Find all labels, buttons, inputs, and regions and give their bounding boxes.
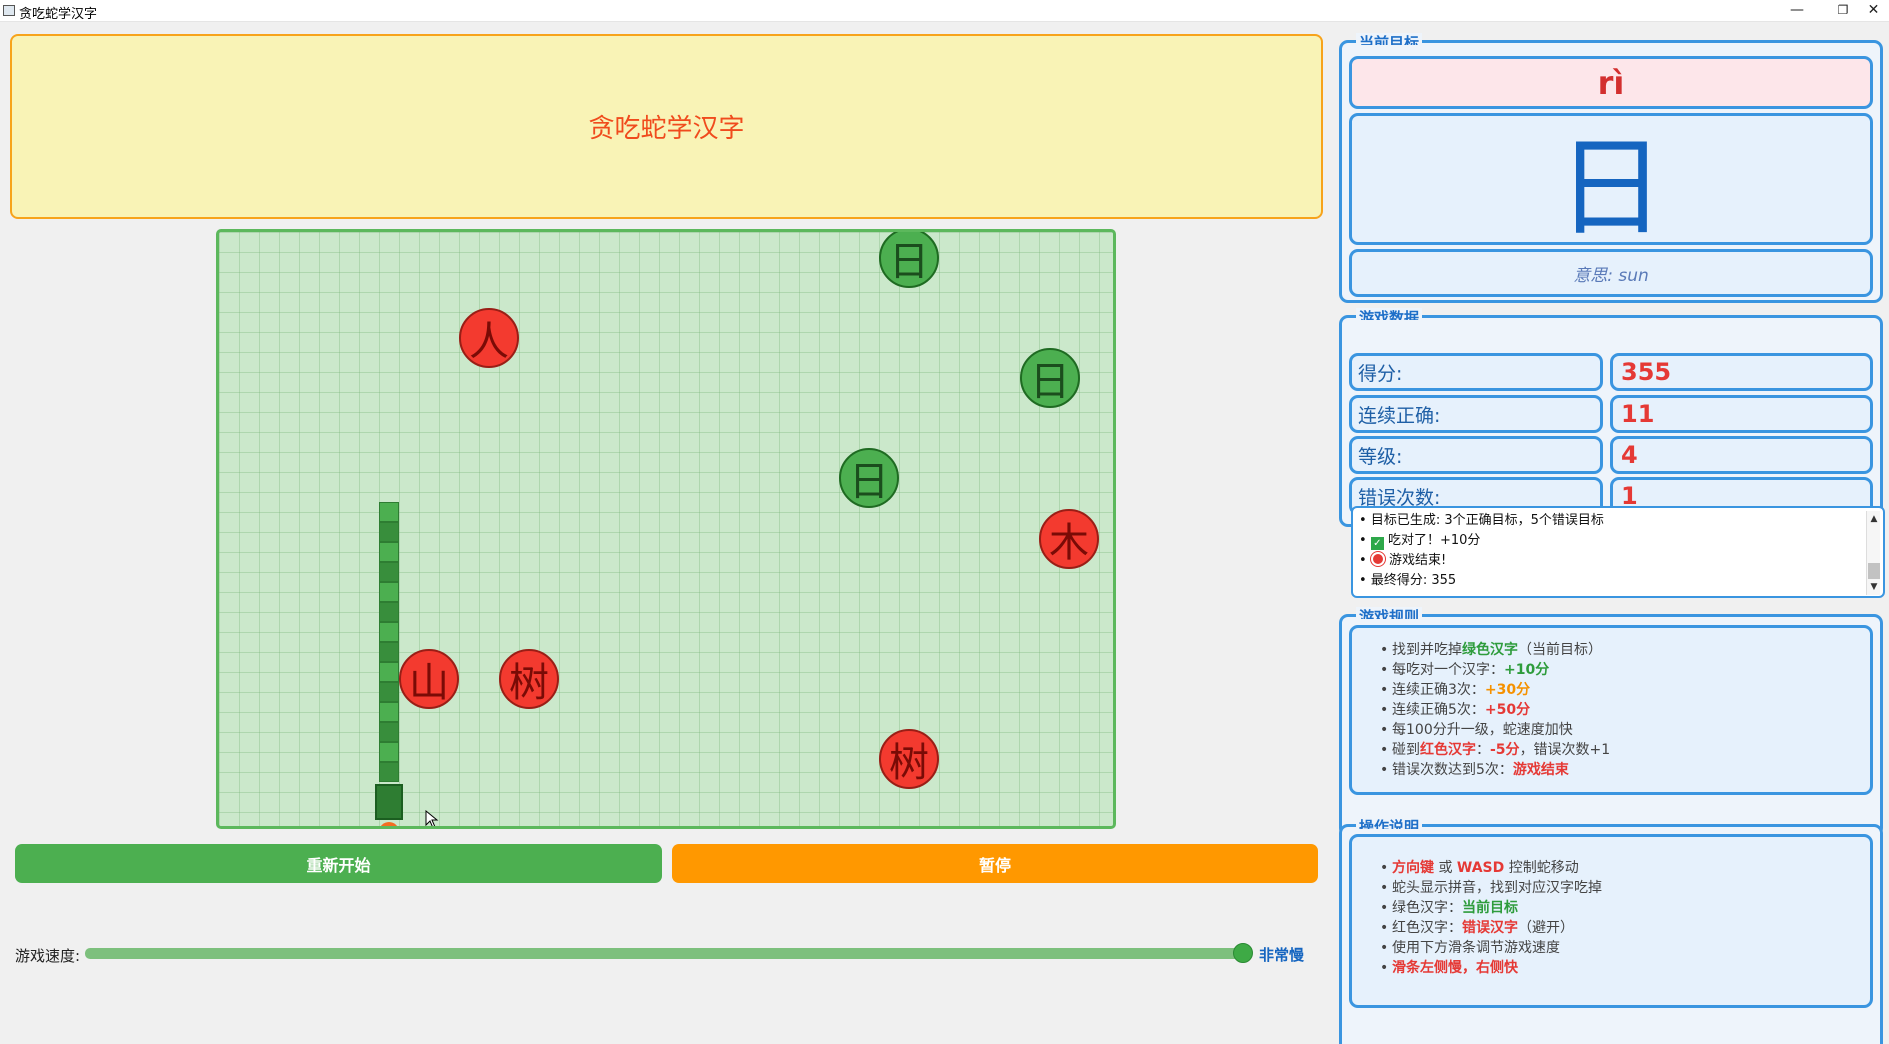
- snake-segment: [379, 562, 399, 582]
- level-label: 等级:: [1349, 436, 1603, 474]
- speed-slider-handle[interactable]: [1233, 943, 1253, 963]
- snake-segment: [379, 542, 399, 562]
- scroll-up-icon[interactable]: ▲: [1867, 511, 1881, 527]
- speed-value: 非常慢: [1259, 946, 1305, 964]
- check-icon: ✓: [1370, 537, 1384, 550]
- log-line: • 目标已生成: 3个正确目标，5个错误目标: [1359, 513, 1604, 528]
- target-meaning: 意思: sun: [1349, 249, 1873, 297]
- log-scrollbar[interactable]: ▲ ▼: [1866, 511, 1880, 595]
- snake-segment: [379, 522, 399, 542]
- game-header: 贪吃蛇学汉字: [10, 34, 1323, 219]
- pause-button[interactable]: 暂停: [672, 844, 1318, 883]
- rule-item: 每100分升一级，蛇速度加快: [1380, 720, 1870, 740]
- close-button[interactable]: ✕: [1858, 0, 1889, 22]
- rule-item: 连续正确5次：+50分: [1380, 700, 1870, 720]
- rules-list: 找到并吃掉绿色汉字（当前目标） 每吃对一个汉字：+10分 连续正确3次：+30分…: [1349, 625, 1873, 795]
- snake-head: [375, 784, 403, 820]
- score-label: 得分:: [1349, 353, 1603, 391]
- log-line: • ✓ 吃对了！+10分: [1359, 533, 1481, 550]
- scroll-down-icon[interactable]: ▼: [1867, 579, 1881, 595]
- snake-segment: [379, 662, 399, 682]
- log-line: • 游戏结束!: [1359, 552, 1447, 568]
- target-character: 日: [1020, 348, 1080, 408]
- wrong-character: 山: [399, 649, 459, 709]
- app-icon: [3, 5, 15, 16]
- speed-label: 游戏速度:: [15, 947, 81, 965]
- snake-segment: [379, 642, 399, 662]
- snake-segment: [379, 582, 399, 602]
- control-item: 使用下方滑条调节游戏速度: [1380, 938, 1870, 958]
- rules-group: 游戏规则 找到并吃掉绿色汉字（当前目标） 每吃对一个汉字：+10分 连续正确3次…: [1339, 607, 1883, 837]
- controls-group-title: 操作说明: [1356, 817, 1423, 829]
- stats-group: 游戏数据 得分: 355 连续正确: 11 等级: 4 错误次数: 1: [1339, 308, 1883, 527]
- target-character-display: 日: [1349, 113, 1873, 251]
- wrong-character: 木: [1039, 509, 1099, 569]
- window-titlebar: 贪吃蛇学汉字 — ❐ ✕: [0, 0, 1889, 22]
- log-line: • 最终得分: 355: [1359, 573, 1457, 588]
- snake-segment: [379, 602, 399, 622]
- snake-tail-marker: [379, 822, 399, 826]
- rule-item: 碰到红色汉字：-5分，错误次数+1: [1380, 740, 1870, 760]
- rule-item: 每吃对一个汉字：+10分: [1380, 660, 1870, 680]
- target-character: 日: [879, 232, 939, 288]
- window-title: 贪吃蛇学汉字: [19, 7, 98, 22]
- scrollbar-thumb[interactable]: [1868, 563, 1880, 579]
- rule-item: 连续正确3次：+30分: [1380, 680, 1870, 700]
- minimize-button[interactable]: —: [1774, 0, 1820, 22]
- control-item: 红色汉字：错误汉字（避开）: [1380, 918, 1870, 938]
- stats-group-title: 游戏数据: [1356, 308, 1423, 320]
- snake-segment: [379, 702, 399, 722]
- controls-group: 操作说明 方向键 或 WASD 控制蛇移动 蛇头显示拼音，找到对应汉字吃掉 绿色…: [1339, 817, 1883, 1044]
- level-value: 4: [1610, 436, 1873, 474]
- streak-value: 11: [1610, 395, 1873, 433]
- game-title: 贪吃蛇学汉字: [588, 114, 745, 144]
- wrong-character: 人: [459, 308, 519, 368]
- snake-segment: [379, 762, 399, 782]
- score-value: 355: [1610, 353, 1873, 391]
- restart-button[interactable]: 重新开始: [15, 844, 662, 883]
- snake-segment: [379, 622, 399, 642]
- controls-list: 方向键 或 WASD 控制蛇移动 蛇头显示拼音，找到对应汉字吃掉 绿色汉字：当前…: [1349, 834, 1873, 1008]
- streak-label: 连续正确:: [1349, 395, 1603, 433]
- control-item: 滑条左侧慢，右侧快: [1380, 958, 1870, 978]
- wrong-character: 树: [499, 649, 559, 709]
- game-board[interactable]: 日 人 日 日 木 山 树 树: [216, 229, 1116, 829]
- rule-item: 错误次数达到5次：游戏结束: [1380, 760, 1870, 780]
- snake-segment: [379, 742, 399, 762]
- control-item: 蛇头显示拼音，找到对应汉字吃掉: [1380, 878, 1870, 898]
- rule-item: 找到并吃掉绿色汉字（当前目标）: [1380, 640, 1870, 660]
- snake-segment: [379, 682, 399, 702]
- red-circle-icon: [1370, 552, 1385, 566]
- target-group: 当前目标 rì 日 意思: sun: [1339, 33, 1883, 303]
- target-character: 日: [839, 448, 899, 508]
- wrong-character: 树: [879, 729, 939, 789]
- snake-segment: [379, 502, 399, 522]
- game-log[interactable]: • 目标已生成: 3个正确目标，5个错误目标 • ✓ 吃对了！+10分 • 游戏…: [1351, 506, 1885, 598]
- snake-segment: [379, 722, 399, 742]
- target-group-title: 当前目标: [1356, 33, 1423, 45]
- rules-group-title: 游戏规则: [1356, 607, 1423, 619]
- control-item: 绿色汉字：当前目标: [1380, 898, 1870, 918]
- speed-slider-track[interactable]: [85, 948, 1245, 959]
- control-item: 方向键 或 WASD 控制蛇移动: [1380, 858, 1870, 878]
- mouse-cursor-icon: [425, 810, 439, 826]
